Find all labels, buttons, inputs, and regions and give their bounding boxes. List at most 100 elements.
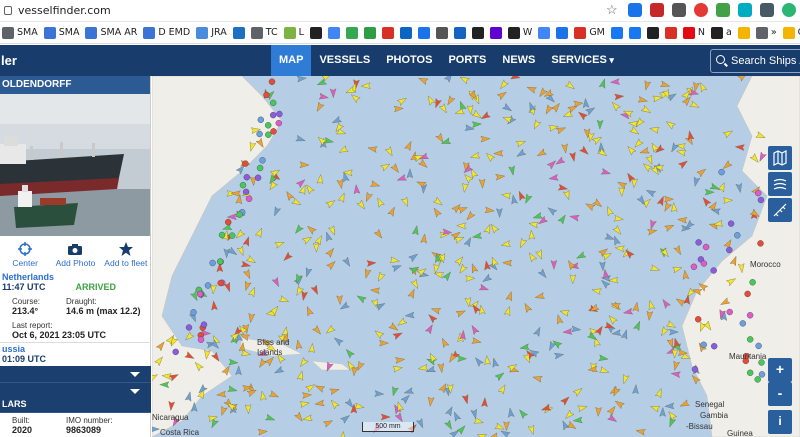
anchored-vessel-marker[interactable] (275, 119, 283, 127)
extension-icon[interactable] (672, 3, 686, 17)
anchored-vessel-marker[interactable] (209, 259, 216, 267)
anchored-vessel-marker[interactable] (691, 366, 699, 373)
anchored-vessel-marker[interactable] (259, 157, 266, 164)
bookmark-item[interactable] (363, 26, 376, 39)
anchored-vessel-marker[interactable] (256, 164, 264, 172)
destination-port[interactable]: Netherlands (2, 272, 116, 282)
bookmark-item[interactable]: W (507, 26, 532, 39)
extension-icon[interactable] (694, 3, 708, 17)
anchored-vessel-marker[interactable] (190, 309, 197, 316)
anchored-vessel-marker[interactable] (172, 348, 179, 356)
bookmark-item[interactable] (381, 26, 394, 39)
departure-port[interactable]: ussia (2, 344, 46, 354)
anchored-vessel-marker[interactable] (224, 218, 232, 226)
anchored-vessel-marker[interactable] (690, 263, 698, 271)
anchored-vessel-marker[interactable] (217, 279, 224, 287)
anchored-vessel-marker[interactable] (228, 232, 236, 239)
anchored-vessel-marker[interactable] (276, 110, 283, 118)
bookmark-item[interactable] (399, 26, 412, 39)
star-icon[interactable]: ☆ (606, 3, 620, 17)
anchored-vessel-marker[interactable] (757, 240, 764, 247)
bookmark-item[interactable]: Oth (782, 26, 800, 39)
anchored-vessel-marker[interactable] (204, 282, 212, 289)
bookmark-item[interactable]: » (755, 26, 777, 39)
bookmark-item[interactable]: SMA AR (85, 26, 137, 39)
anchored-vessel-marker[interactable] (755, 342, 762, 350)
anchored-vessel-marker[interactable] (746, 312, 754, 319)
anchored-vessel-marker[interactable] (265, 131, 272, 138)
nav-photos[interactable]: PHOTOS (378, 45, 440, 76)
bookmark-item[interactable] (435, 26, 448, 39)
anchored-vessel-marker[interactable] (727, 220, 735, 227)
anchored-vessel-marker[interactable] (744, 290, 751, 298)
anchored-vessel-marker[interactable] (749, 279, 756, 286)
anchored-vessel-marker[interactable] (264, 122, 272, 129)
anchored-vessel-marker[interactable] (711, 343, 718, 350)
nav-services[interactable]: SERVICES ▾ (543, 45, 621, 76)
anchored-vessel-marker[interactable] (257, 116, 265, 123)
url-text[interactable]: vesselfinder.com (18, 4, 111, 17)
anchored-vessel-marker[interactable] (695, 316, 702, 323)
bookmark-item[interactable]: N (682, 26, 705, 39)
measure-icon[interactable] (768, 198, 792, 222)
nav-map[interactable]: MAP (271, 45, 312, 76)
anchored-vessel-marker[interactable] (726, 308, 733, 316)
bookmark-item[interactable]: a (710, 26, 732, 39)
browser-url-bar[interactable]: vesselfinder.com ☆ (0, 0, 800, 22)
anchored-vessel-marker[interactable] (242, 160, 249, 167)
anchored-vessel-marker[interactable] (236, 211, 243, 218)
vessel-photo[interactable] (0, 94, 150, 236)
collapsible-section-1[interactable] (0, 366, 151, 383)
anchored-vessel-marker[interactable] (747, 336, 754, 343)
bookmark-item[interactable] (737, 26, 750, 39)
anchored-vessel-marker[interactable] (754, 376, 761, 383)
bookmark-item[interactable] (471, 26, 484, 39)
bookmark-item[interactable] (327, 26, 340, 39)
anchored-vessel-marker[interactable] (263, 91, 270, 99)
anchored-vessel-marker[interactable] (700, 341, 707, 348)
anchored-vessel-marker[interactable] (718, 168, 725, 176)
bookmark-item[interactable] (417, 26, 430, 39)
bookmark-item[interactable] (345, 26, 358, 39)
zoom-out-button[interactable]: - (768, 382, 792, 406)
particulars-section-header[interactable]: LARS (0, 396, 151, 413)
anchored-vessel-marker[interactable] (757, 196, 765, 204)
bookmark-item[interactable]: TC (250, 26, 278, 39)
bookmark-item[interactable] (309, 26, 322, 39)
bookmark-item[interactable]: SMA (43, 26, 79, 39)
bookmark-item[interactable] (489, 26, 502, 39)
anchored-vessel-marker[interactable] (726, 246, 733, 254)
anchored-vessel-marker[interactable] (268, 78, 276, 85)
anchored-vessel-marker[interactable] (243, 173, 251, 181)
nav-news[interactable]: NEWS (494, 45, 543, 76)
anchored-vessel-marker[interactable] (270, 128, 277, 135)
anchored-vessel-marker[interactable] (218, 231, 226, 239)
anchored-vessel-marker[interactable] (758, 371, 766, 378)
bookmark-item[interactable]: L (283, 26, 304, 39)
anchored-vessel-marker[interactable] (755, 189, 762, 197)
anchored-vessel-marker[interactable] (254, 174, 262, 182)
anchored-vessel-marker[interactable] (702, 243, 710, 251)
anchored-vessel-marker[interactable] (734, 232, 741, 239)
anchored-vessel-marker[interactable] (269, 99, 277, 107)
anchored-vessel-marker[interactable] (739, 320, 746, 327)
bookmark-item[interactable] (556, 26, 569, 39)
bookmark-item[interactable]: SMA (2, 26, 38, 39)
anchored-vessel-marker[interactable] (197, 336, 205, 343)
anchored-vessel-marker[interactable] (700, 260, 708, 267)
extension-icon[interactable] (650, 3, 664, 17)
weather-icon[interactable] (768, 172, 792, 196)
bookmark-item[interactable] (453, 26, 466, 39)
anchored-vessel-marker[interactable] (269, 111, 277, 119)
bookmark-item[interactable] (610, 26, 623, 39)
anchored-vessel-marker[interactable] (239, 181, 247, 189)
extension-icon[interactable] (716, 3, 730, 17)
search-ships-input[interactable]: Search Ships / P (710, 49, 800, 73)
nav-vessels[interactable]: VESSELS (311, 45, 378, 76)
anchored-vessel-marker[interactable] (747, 369, 754, 376)
info-button[interactable]: i (768, 410, 792, 434)
anchored-vessel-marker[interactable] (710, 267, 717, 274)
extension-icon[interactable] (782, 3, 796, 17)
anchored-vessel-marker[interactable] (242, 188, 250, 196)
site-brand[interactable]: ler (1, 53, 17, 68)
